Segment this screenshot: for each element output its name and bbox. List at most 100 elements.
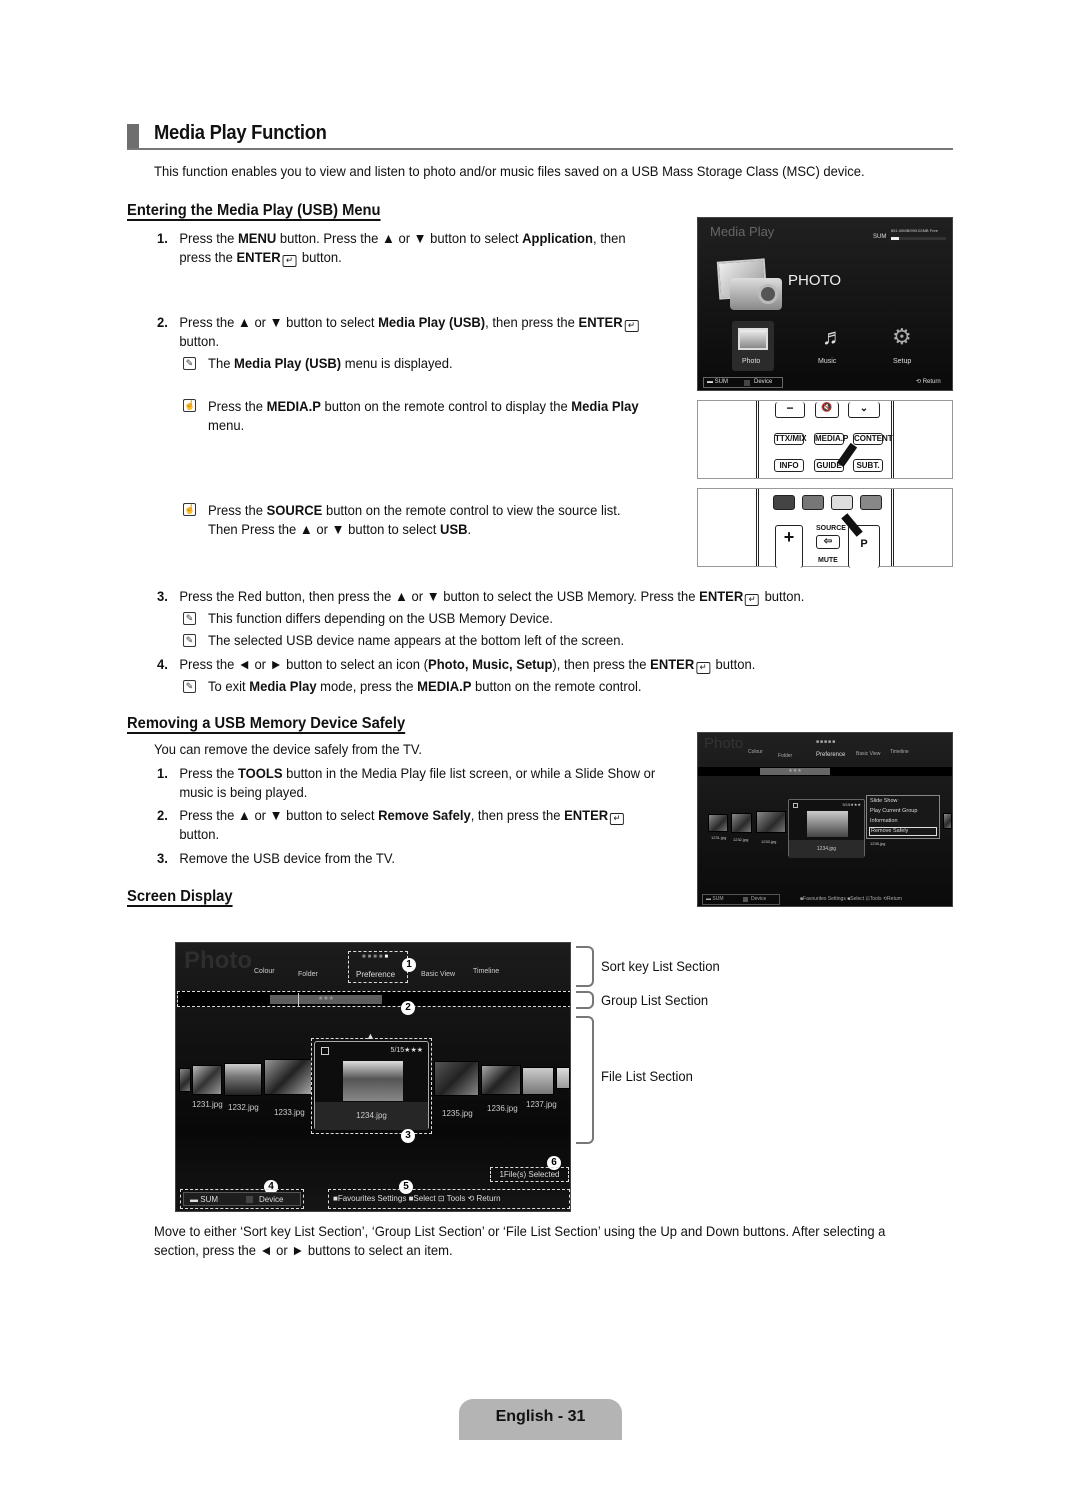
return-button[interactable]: ⟲ Return [916,378,941,385]
enter-icon: ↵ [745,594,760,606]
thumbnail[interactable] [192,1065,222,1095]
callout-2: 2 [401,1001,415,1015]
rating-dots: ■■■■■ [816,739,837,745]
thumbnail[interactable] [522,1067,554,1095]
screen-title: Media Play [710,224,775,239]
label-sort-key-list: Sort key List Section [601,958,720,974]
thumbnail[interactable] [556,1067,570,1089]
sort-key-selected[interactable]: Preference [816,752,845,758]
bracket-file-list [576,1016,594,1144]
volume-down-button: − [775,402,805,418]
rating-dots: ■■■■■ [362,954,391,960]
thumbnail[interactable] [731,813,752,833]
enter-note-5: The selected USB device name appears at … [208,632,625,648]
enter-icon: ↵ [696,662,711,674]
step-text: Press the ▲ or ▼ button to select Media … [179,313,640,332]
thumbnail[interactable] [708,814,728,832]
group-item[interactable]: ★★★ [270,995,382,1004]
sort-key[interactable]: Timeline [890,749,909,755]
device-name: SUM [873,234,887,240]
sort-key-timeline[interactable]: Timeline [473,968,499,975]
title-divider [127,148,953,150]
tools-button[interactable]: ⊡ Tools [438,1194,465,1203]
menu-item-play-current-group[interactable]: Play Current Group [870,808,917,814]
green-button [802,495,824,510]
gear-icon[interactable]: ⚙ [892,324,912,350]
select-button[interactable]: ■Select [409,1194,436,1203]
red-button [773,495,795,510]
selected-file-name: 1234.jpg [315,1102,428,1130]
usage-bar-fill [891,237,899,240]
favourites-settings-button[interactable]: ■Favourites Settings [333,1194,406,1203]
usb-device-icon: ▬ SUM [190,1195,219,1204]
sort-key-colour[interactable]: Colour [254,968,275,975]
menu-item-slide-show[interactable]: Slide Show [870,798,898,804]
device-selector[interactable]: ▬ SUM Device [702,894,780,905]
icon-label-photo: Photo [742,358,761,365]
file-rating: 5/15★★★ [390,1047,423,1054]
thumbnail[interactable] [179,1068,191,1092]
screen-title: Photo [704,735,744,752]
bottom-help-bar: ■Favourites Settings ■Select ⊡Tools ⟲Ret… [800,896,903,902]
step-number: 2. [157,314,168,330]
usage-text: 851.00MB/993.02MB Free [891,228,938,233]
label-group-list: Group List Section [601,992,709,1008]
intro-text: This function enables you to view and li… [154,163,865,179]
device-selector[interactable]: ▬ SUM Device [183,1192,301,1206]
mute-label: MUTE [818,557,838,564]
select-checkbox[interactable] [321,1047,329,1055]
remove-intro: You can remove the device safely from th… [154,741,423,757]
note-icon: ✎ [183,680,196,693]
thumbnail[interactable] [224,1063,262,1096]
big-label: PHOTO [788,272,842,289]
thumbnail[interactable] [943,813,952,829]
source-button: ⇦ [816,535,840,549]
enter-icon: ↵ [282,255,297,267]
content-button: CONTENT [853,433,893,445]
remote-illustration-source: + SOURCE ⇦ MUTE P [697,488,953,568]
mute-icon: 🔇 [815,402,839,418]
device-selector[interactable]: ▬ SUM Device [703,377,783,388]
remote-hint-icon: ☝ [183,399,196,412]
screen-title: Photo [184,947,252,974]
return-button[interactable]: ⟲ Return [468,1194,501,1203]
sort-key[interactable]: Colour [748,749,763,755]
group-bar: ★★★ [698,767,952,776]
note-icon: ✎ [183,634,196,647]
icon-label-music: Music [818,358,837,365]
source-label: SOURCE [816,525,846,532]
enter-note-3: Press the SOURCE button on the remote co… [208,502,621,537]
menu-item-remove-safely[interactable]: Remove Safely [869,827,937,836]
music-note-icon[interactable]: ♬ [822,324,844,350]
sort-key-folder[interactable]: Folder [298,971,318,978]
bracket-group [576,991,594,1009]
enter-note-2: Press the MEDIA.P button on the remote c… [208,398,639,433]
bottom-help-bar: ■Favourites Settings ■Select ⊡ Tools ⟲ R… [328,1189,570,1209]
icon-label-setup: Setup [893,358,912,365]
thumbnail[interactable] [481,1065,521,1095]
screen-description: Move to either ‘Sort key List Section’, … [154,1223,886,1258]
sort-key-preference[interactable]: Preference [356,970,395,979]
sort-key[interactable]: Folder [778,753,792,759]
selected-file-card[interactable]: 5/15★★★ 1234.jpg [788,799,865,858]
tools-menu-screen: Photo Colour Folder ■■■■■ Preference Bas… [697,732,953,907]
step-number: 1. [157,230,168,246]
thumbnail[interactable] [756,811,786,833]
page-title: Media Play Function [154,122,327,144]
thumbnail[interactable] [434,1061,479,1096]
step-text: Press the MENU button. Press the ▲ or ▼ … [179,230,626,246]
step-text-line2: press the ENTER ↵ button. [179,249,342,267]
menu-item-information[interactable]: Information [870,818,898,824]
heading-screen-display: Screen Display [127,888,233,905]
bracket-sort-key [576,946,594,987]
usage-bar [891,237,946,240]
group-list-bar: ★★★ [177,991,570,1007]
selected-file-card[interactable]: 5/15★★★ 1234.jpg [314,1041,429,1130]
photo-icon[interactable] [738,328,768,350]
thumbnail[interactable] [264,1059,312,1095]
note-icon: ✎ [183,357,196,370]
sort-key-basic-view[interactable]: Basic View [421,971,455,978]
enter-icon: ↵ [624,320,639,332]
sort-key[interactable]: Basic View [856,751,880,757]
info-button: INFO [774,459,804,472]
